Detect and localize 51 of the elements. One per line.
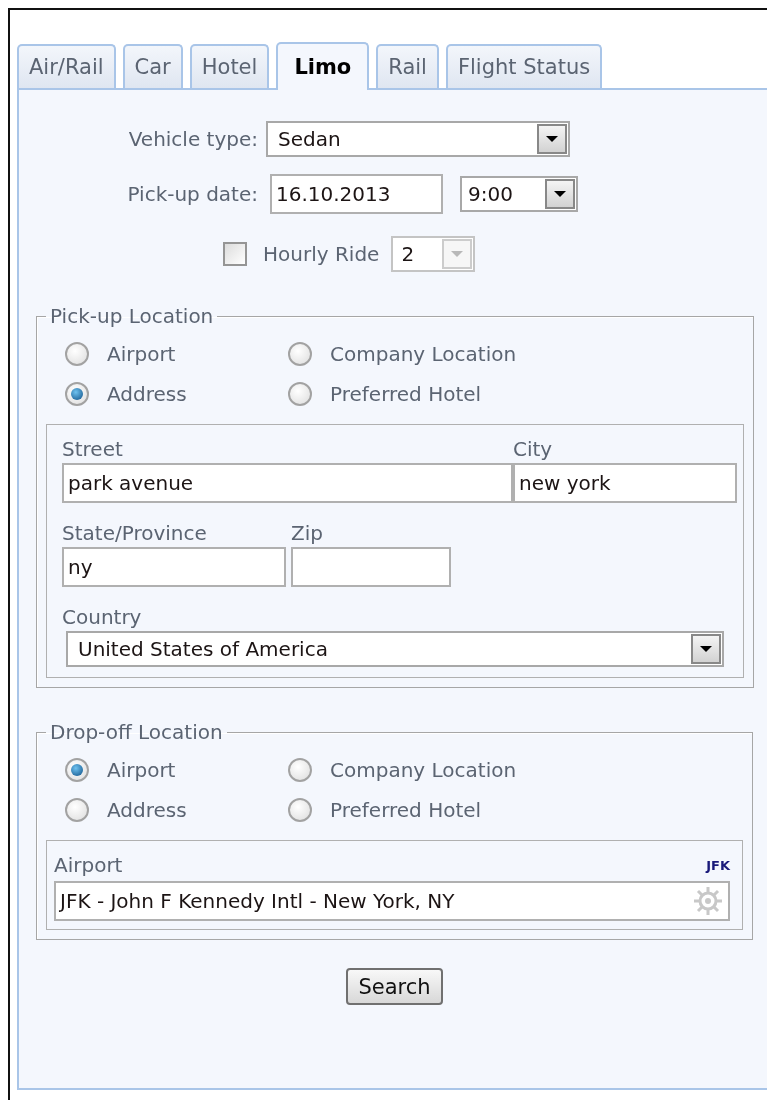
tab[interactable]: Hotel: [189, 44, 270, 88]
radio-label[interactable]: Address: [107, 798, 187, 822]
tab[interactable]: Rail: [376, 44, 439, 88]
radio-button[interactable]: [288, 798, 312, 822]
radio-label[interactable]: Preferred Hotel: [330, 798, 482, 822]
airport-field[interactable]: JFK - John F Kennedy Intl - New York, NY: [54, 881, 730, 921]
radio-label[interactable]: Company Location: [330, 342, 517, 366]
airport-value: JFK - John F Kennedy Intl - New York, NY: [60, 889, 455, 913]
field-label: Country: [62, 605, 143, 629]
radio-button[interactable]: [288, 342, 312, 366]
airport-code: JFK: [706, 858, 730, 873]
field-label: City: [513, 437, 554, 461]
field-label: Vehicle type:: [127, 127, 258, 151]
field-label: Pick-up date:: [126, 182, 258, 206]
radio-button[interactable]: [65, 382, 89, 406]
date-field[interactable]: 16.10.2013: [270, 174, 443, 214]
radio-button[interactable]: [65, 798, 89, 822]
radio-button[interactable]: [65, 342, 89, 366]
tab[interactable]: Car: [122, 44, 183, 88]
radio-label[interactable]: Company Location: [330, 758, 517, 782]
caret-icon: [537, 124, 567, 154]
time-select[interactable]: 9:00: [460, 176, 578, 212]
checkbox-label[interactable]: Hourly Ride: [263, 242, 380, 266]
caret-icon: [545, 179, 575, 209]
caret-icon: [691, 634, 721, 664]
radio-button[interactable]: [65, 758, 89, 782]
radio-button[interactable]: [288, 382, 312, 406]
group-title: Pick-up Location: [49, 304, 215, 328]
radio-label[interactable]: Preferred Hotel: [330, 382, 482, 406]
gear-icon[interactable]: [692, 885, 724, 917]
state-field[interactable]: ny: [62, 547, 286, 587]
hours-select[interactable]: 2: [391, 236, 476, 272]
radio-label[interactable]: Address: [107, 382, 187, 406]
radio-button[interactable]: [288, 758, 312, 782]
tab[interactable]: Air/Rail: [17, 44, 116, 88]
city-field[interactable]: new york: [513, 463, 737, 503]
checkbox[interactable]: [223, 242, 247, 266]
field-label: State/Province: [62, 521, 208, 545]
radio-label[interactable]: Airport: [107, 342, 176, 366]
field-label: Street: [62, 437, 124, 461]
zip-field[interactable]: [291, 547, 451, 587]
group-title: Drop-off Location: [49, 720, 224, 744]
tab[interactable]: Limo: [276, 42, 370, 90]
street-field[interactable]: park avenue: [62, 463, 513, 503]
country-select[interactable]: United States of America: [66, 631, 724, 667]
radio-label[interactable]: Airport: [107, 758, 176, 782]
field-label: Zip: [291, 521, 324, 545]
field-label: Airport: [54, 853, 123, 877]
vehicle-type-select[interactable]: Sedan: [266, 121, 570, 157]
tab[interactable]: Flight Status: [445, 44, 603, 88]
search-button[interactable]: Search: [346, 968, 443, 1005]
